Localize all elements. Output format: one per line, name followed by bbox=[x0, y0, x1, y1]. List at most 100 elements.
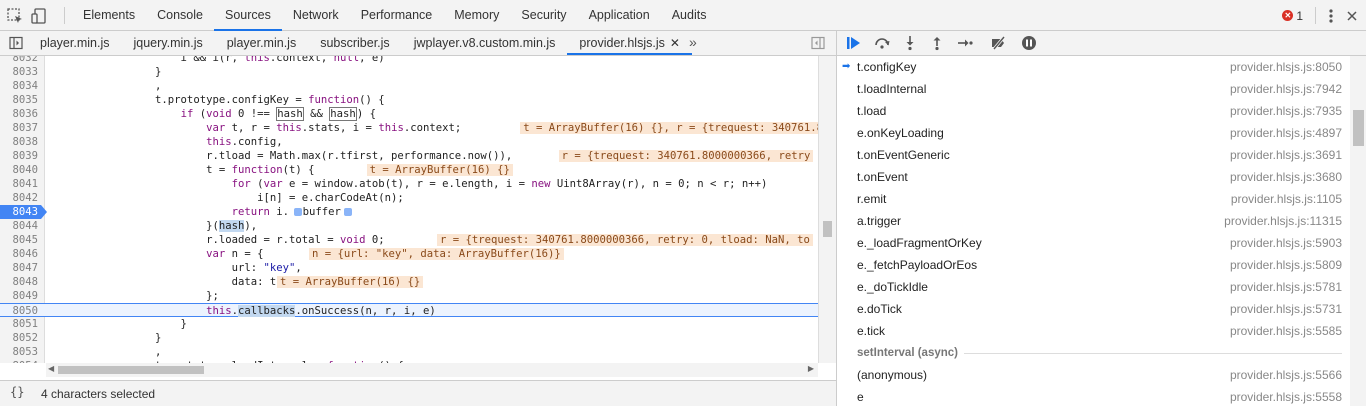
code-line[interactable]: 8041 for (var e = window.atob(t), r = e.… bbox=[0, 177, 818, 191]
file-tab[interactable]: jquery.min.js bbox=[121, 31, 214, 55]
code-text[interactable]: return i. bbox=[53, 205, 289, 219]
code-text[interactable]: }; bbox=[53, 289, 219, 303]
file-tab[interactable]: subscriber.js bbox=[308, 31, 401, 55]
line-number[interactable]: 8051 bbox=[0, 317, 41, 331]
call-frame[interactable]: e.doTick provider.hlsjs.js:5731 bbox=[837, 298, 1350, 320]
tab-security[interactable]: Security bbox=[510, 0, 577, 31]
tab-network[interactable]: Network bbox=[282, 0, 350, 31]
step-icon[interactable] bbox=[956, 35, 974, 51]
code-line[interactable]: 8050 this.callbacks.onSuccess(n, r, i, e… bbox=[0, 303, 818, 317]
code-line[interactable]: 8049 }; bbox=[0, 289, 818, 303]
line-number[interactable]: 8036 bbox=[0, 107, 41, 121]
pause-on-exceptions-icon[interactable] bbox=[1020, 35, 1038, 51]
line-number[interactable]: 8037 bbox=[0, 121, 41, 135]
frame-location-link[interactable]: provider.hlsjs.js:5566 bbox=[1230, 364, 1342, 386]
tab-audits[interactable]: Audits bbox=[661, 0, 718, 31]
continue-to-location-icon[interactable] bbox=[293, 208, 302, 216]
tab-memory[interactable]: Memory bbox=[443, 0, 510, 31]
scroll-right-icon[interactable]: ▶ bbox=[808, 364, 814, 373]
code-line[interactable]: 8048 data: tt = ArrayBuffer(16) {} bbox=[0, 275, 818, 289]
frame-location-link[interactable]: provider.hlsjs.js:1105 bbox=[1231, 188, 1342, 210]
step-out-icon[interactable] bbox=[928, 35, 946, 51]
line-number[interactable]: 8049 bbox=[0, 289, 41, 303]
file-tab[interactable]: player.min.js bbox=[215, 31, 308, 55]
line-number[interactable]: 8033 bbox=[0, 65, 41, 79]
line-number[interactable]: 8044 bbox=[0, 219, 41, 233]
inspect-element-icon[interactable] bbox=[6, 7, 24, 25]
code-editor[interactable]: 8032 i && i(r, this.context, null, e) 803… bbox=[0, 56, 818, 363]
line-number[interactable]: 8054 bbox=[0, 359, 41, 363]
code-text[interactable]: for (var e = window.atob(t), r = e.lengt… bbox=[53, 177, 768, 191]
resume-icon[interactable] bbox=[845, 35, 863, 51]
frame-location-link[interactable]: provider.hlsjs.js:11315 bbox=[1224, 210, 1342, 232]
scroll-left-icon[interactable]: ◀ bbox=[48, 364, 54, 373]
line-number[interactable]: 8039 bbox=[0, 149, 41, 163]
call-frame[interactable]: a.trigger provider.hlsjs.js:11315 bbox=[837, 210, 1350, 232]
code-text[interactable]: }(hash), bbox=[53, 219, 257, 233]
error-counter[interactable]: ✕ 1 bbox=[1282, 9, 1303, 23]
code-line[interactable]: 8047 url: "key", bbox=[0, 261, 818, 275]
debugger-scrollbar[interactable] bbox=[1350, 56, 1366, 406]
code-text[interactable]: r.tload = Math.max(r.tfirst, performance… bbox=[53, 149, 512, 163]
code-text[interactable]: var n = { bbox=[53, 247, 263, 261]
step-over-icon[interactable] bbox=[873, 35, 891, 51]
code-text[interactable]: } bbox=[53, 331, 161, 345]
frame-location-link[interactable]: provider.hlsjs.js:5903 bbox=[1230, 232, 1342, 254]
tab-console[interactable]: Console bbox=[146, 0, 214, 31]
device-toolbar-icon[interactable] bbox=[30, 7, 48, 25]
code-text[interactable]: t.prototype.configKey = function() { bbox=[53, 93, 385, 107]
frame-location-link[interactable]: provider.hlsjs.js:5731 bbox=[1230, 298, 1342, 320]
code-text[interactable]: if (void 0 !== hash && hash) { bbox=[53, 107, 376, 121]
code-text[interactable]: } bbox=[53, 317, 187, 331]
toggle-navigator-icon[interactable] bbox=[9, 36, 23, 50]
file-tab[interactable]: jwplayer.v8.custom.min.js bbox=[402, 31, 568, 55]
code-text[interactable]: url: "key", bbox=[53, 261, 302, 275]
code-line[interactable]: 8045 r.loaded = r.total = void 0; r = {tr… bbox=[0, 233, 818, 247]
file-tab-active[interactable]: provider.hlsjs.js ✕ bbox=[567, 31, 692, 55]
tab-application[interactable]: Application bbox=[578, 0, 661, 31]
scroll-thumb[interactable] bbox=[58, 366, 204, 374]
close-devtools-icon[interactable] bbox=[1346, 10, 1358, 22]
code-token-buffer[interactable]: buffer bbox=[303, 205, 341, 219]
tab-elements[interactable]: Elements bbox=[72, 0, 146, 31]
line-number[interactable]: 8046 bbox=[0, 247, 41, 261]
pretty-print-button[interactable]: {} bbox=[10, 385, 24, 399]
code-line[interactable]: 8046 var n = {n = {url: "key", data: Arr… bbox=[0, 247, 818, 261]
code-line[interactable]: 8040 t = function(t) {t = ArrayBuffer(16… bbox=[0, 163, 818, 177]
more-options-icon[interactable] bbox=[1328, 8, 1334, 24]
code-line[interactable]: 8053 , bbox=[0, 345, 818, 359]
line-number[interactable]: 8053 bbox=[0, 345, 41, 359]
line-number[interactable]: 8050 bbox=[0, 304, 41, 318]
line-number[interactable]: 8034 bbox=[0, 79, 41, 93]
continue-to-location-icon[interactable] bbox=[343, 208, 352, 216]
step-into-icon[interactable] bbox=[901, 35, 919, 51]
editor-vertical-scrollbar[interactable] bbox=[818, 56, 836, 363]
call-frame[interactable]: t.load provider.hlsjs.js:7935 bbox=[837, 100, 1350, 122]
file-tab[interactable]: player.min.js bbox=[28, 31, 121, 55]
scroll-thumb[interactable] bbox=[1353, 110, 1364, 146]
line-number[interactable]: 8035 bbox=[0, 93, 41, 107]
code-text[interactable]: this.callbacks.onSuccess(n, r, i, e) bbox=[53, 304, 436, 318]
code-text[interactable]: data: t bbox=[53, 275, 277, 289]
line-number[interactable]: 8052 bbox=[0, 331, 41, 345]
call-frame[interactable]: e._fetchPayloadOrEos provider.hlsjs.js:58… bbox=[837, 254, 1350, 276]
line-number[interactable]: 8047 bbox=[0, 261, 41, 275]
frame-location-link[interactable]: provider.hlsjs.js:8050 bbox=[1230, 56, 1342, 78]
frame-location-link[interactable]: provider.hlsjs.js:5781 bbox=[1230, 276, 1342, 298]
call-frame[interactable]: (anonymous) provider.hlsjs.js:5566 bbox=[837, 364, 1350, 386]
frame-location-link[interactable]: provider.hlsjs.js:5809 bbox=[1230, 254, 1342, 276]
code-line[interactable]: 8032 i && i(r, this.context, null, e) bbox=[0, 56, 818, 65]
frame-location-link[interactable]: provider.hlsjs.js:7942 bbox=[1230, 78, 1342, 100]
code-text[interactable]: } bbox=[53, 65, 161, 79]
close-tab-icon[interactable]: ✕ bbox=[670, 36, 680, 50]
frame-location-link[interactable]: provider.hlsjs.js:3680 bbox=[1230, 166, 1342, 188]
frame-location-link[interactable]: provider.hlsjs.js:4897 bbox=[1230, 122, 1342, 144]
code-line[interactable]: 8044 }(hash), bbox=[0, 219, 818, 233]
more-tabs-icon[interactable]: » bbox=[689, 34, 697, 50]
frame-location-link[interactable]: provider.hlsjs.js:3691 bbox=[1230, 144, 1342, 166]
line-number[interactable]: 8041 bbox=[0, 177, 41, 191]
frame-location-link[interactable]: provider.hlsjs.js:7935 bbox=[1230, 100, 1342, 122]
code-text[interactable]: i && i(r, this.context, null, e) bbox=[53, 56, 385, 65]
call-frame[interactable]: ➡ t.configKey provider.hlsjs.js:8050 bbox=[837, 56, 1350, 78]
code-text[interactable]: this.config, bbox=[53, 135, 283, 149]
